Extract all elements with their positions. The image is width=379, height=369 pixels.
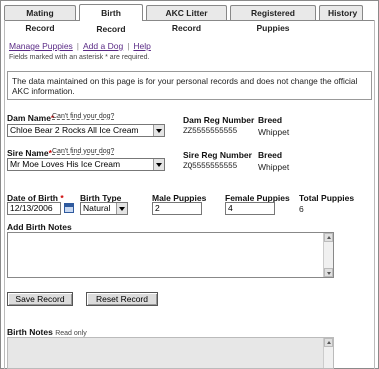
add-birth-notes-label: Add Birth Notes [7, 222, 72, 232]
add-birth-notes-textarea[interactable] [7, 232, 334, 278]
male-puppies-input[interactable]: 2 [152, 202, 202, 215]
female-puppies-input[interactable]: 4 [225, 202, 275, 215]
dam-name-value: Chloe Bear 2 Rocks All Ice Cream [10, 125, 139, 135]
sire-breed-label: Breed [258, 150, 283, 160]
scrollbar[interactable] [323, 233, 333, 277]
tab-history[interactable]: History [319, 5, 363, 21]
chevron-down-icon[interactable] [153, 125, 164, 136]
add-a-dog-link[interactable]: Add a Dog [83, 41, 123, 51]
date-of-birth-input[interactable]: 12/13/2006 [7, 202, 61, 215]
reset-record-button[interactable]: Reset Record [86, 292, 158, 306]
scroll-down-icon[interactable] [324, 268, 333, 277]
dam-cant-find-link[interactable]: Can't find your dog? [52, 113, 114, 120]
link-separator: | [127, 41, 130, 51]
total-puppies-value: 6 [299, 204, 304, 214]
sire-reg-number-label: Sire Reg Number [183, 150, 252, 160]
dam-reg-number-value: ZZ5555555555 [183, 127, 238, 136]
help-link[interactable]: Help [133, 41, 150, 51]
sire-name-select[interactable]: Mr Moe Loves His Ice Cream [7, 158, 165, 171]
info-notice: The data maintained on this page is for … [7, 71, 372, 100]
scroll-up-icon[interactable] [324, 338, 333, 347]
tab-akc-litter-record[interactable]: AKC Litter Record [146, 5, 227, 33]
tab-birth-record[interactable]: Birth Record [79, 4, 143, 34]
calendar-icon[interactable] [64, 203, 74, 213]
tab-bar: Mating Record Birth Record AKC Litter Re… [4, 4, 366, 34]
dam-name-label: Dam Name* [7, 113, 55, 123]
action-links: Manage Puppies | Add a Dog | Help [9, 41, 151, 51]
dam-breed-label: Breed [258, 115, 283, 125]
birth-type-select[interactable]: Natural [80, 202, 128, 215]
manage-puppies-link[interactable]: Manage Puppies [9, 41, 73, 51]
dam-breed-value: Whippet [258, 127, 290, 137]
sire-name-value: Mr Moe Loves His Ice Cream [10, 159, 121, 169]
chevron-down-icon[interactable] [153, 159, 164, 170]
birth-notes-readonly-textarea [7, 337, 334, 369]
scroll-up-icon[interactable] [324, 233, 333, 242]
total-puppies-label: Total Puppies [299, 193, 355, 203]
birth-type-value: Natural [83, 203, 111, 213]
scrollbar[interactable] [323, 338, 333, 368]
save-record-button[interactable]: Save Record [7, 292, 73, 306]
chevron-down-icon[interactable] [116, 203, 127, 214]
dam-reg-number-label: Dam Reg Number [183, 115, 255, 125]
sire-breed-value: Whippet [258, 162, 290, 172]
sire-cant-find-link[interactable]: Can't find your dog? [52, 148, 114, 155]
link-separator: | [76, 41, 80, 51]
tab-mating-record[interactable]: Mating Record [4, 5, 76, 33]
required-fields-note: Fields marked with an asterisk * are req… [9, 54, 150, 61]
tab-registered-puppies[interactable]: Registered Puppies [230, 5, 316, 33]
read-only-note: Read only [55, 330, 87, 337]
dam-name-select[interactable]: Chloe Bear 2 Rocks All Ice Cream [7, 124, 165, 137]
sire-name-label: Sire Name* [7, 148, 52, 158]
birth-notes-label: Birth Notes Read only [7, 327, 87, 337]
sire-reg-number-value: ZQ5555555555 [183, 162, 238, 171]
